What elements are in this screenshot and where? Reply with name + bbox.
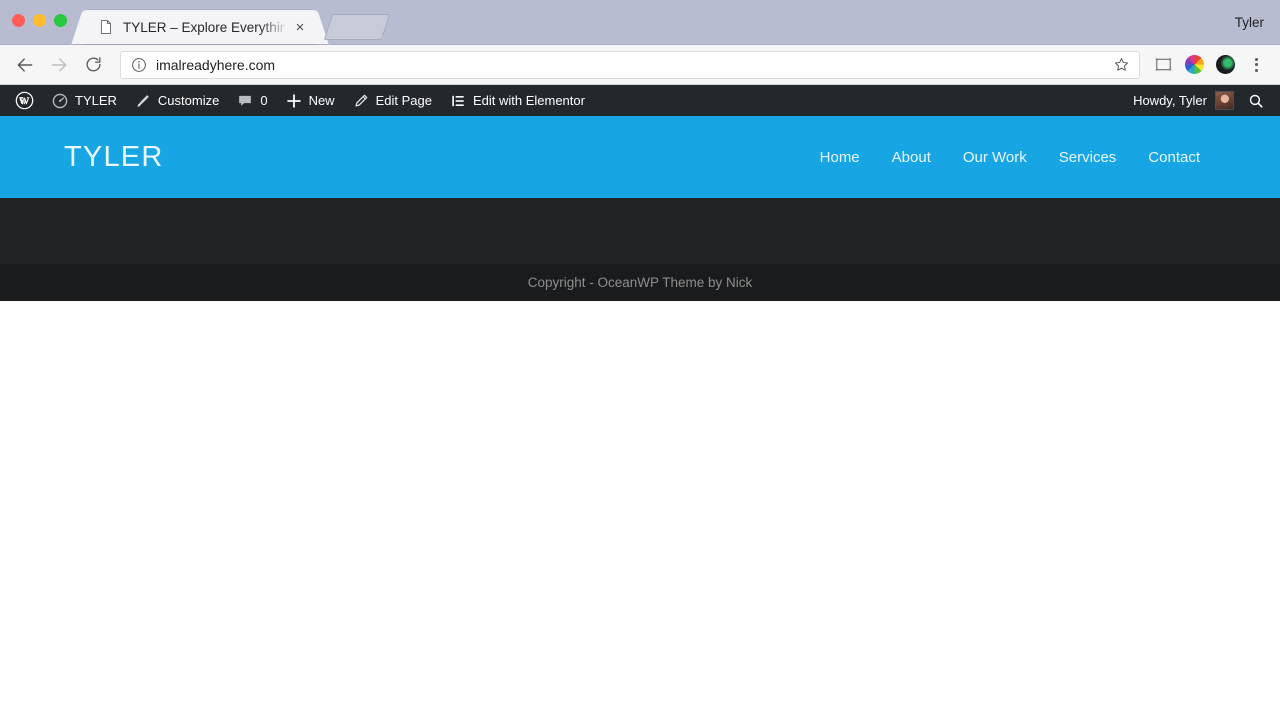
footer-copyright-text: Copyright - OceanWP Theme by Nick: [527, 275, 753, 290]
wordpress-logo-icon: W: [15, 91, 34, 110]
maximize-window-button[interactable]: [54, 14, 67, 27]
reload-button[interactable]: [78, 50, 108, 80]
user-avatar: [1215, 91, 1234, 110]
comment-icon: [237, 93, 253, 109]
profile-name[interactable]: Tyler: [1235, 15, 1264, 30]
nav-item-contact[interactable]: Contact: [1132, 149, 1216, 166]
admin-bar-label-comment-count: 0: [260, 93, 268, 108]
howdy-label: Howdy, Tyler: [1133, 93, 1207, 108]
browser-tab-active[interactable]: TYLER – Explore Everything & ×: [84, 10, 316, 44]
color-wheel-extension-icon[interactable]: [1180, 51, 1208, 79]
admin-bar-item-customize[interactable]: Customize: [126, 85, 228, 116]
browser-tab-inactive[interactable]: [323, 14, 391, 40]
close-window-button[interactable]: [12, 14, 25, 27]
cast-icon[interactable]: [1149, 51, 1177, 79]
admin-bar-item-new[interactable]: New: [277, 85, 344, 116]
window-traffic-lights: [12, 14, 67, 27]
page-icon: [98, 19, 114, 35]
site-main-nav: Home About Our Work Services Contact: [804, 149, 1216, 166]
admin-bar-item-edit-page[interactable]: Edit Page: [344, 85, 441, 116]
admin-bar-item-my-account[interactable]: Howdy, Tyler: [1125, 85, 1242, 116]
nav-item-home[interactable]: Home: [804, 149, 876, 166]
admin-bar-label-site-name: TYLER: [75, 93, 117, 108]
dashboard-icon: [52, 93, 68, 109]
admin-bar-right-group: Howdy, Tyler: [1125, 85, 1280, 116]
tabs-area: TYLER – Explore Everything & ×: [84, 0, 391, 44]
admin-bar-item-site-name[interactable]: TYLER: [43, 85, 126, 116]
admin-bar-label-edit-with-elementor: Edit with Elementor: [472, 93, 585, 108]
nav-item-about[interactable]: About: [876, 149, 947, 166]
nav-item-services[interactable]: Services: [1043, 149, 1133, 166]
wp-logo-menu[interactable]: W: [6, 85, 43, 116]
site-header: TYLER Home About Our Work Services Conta…: [0, 116, 1280, 198]
plus-icon: [286, 93, 302, 109]
page-content-blank: [0, 301, 1280, 720]
three-dot-menu-icon[interactable]: [1242, 51, 1270, 79]
admin-bar-search-button[interactable]: [1242, 93, 1274, 109]
admin-bar-label-customize: Customize: [157, 93, 220, 108]
info-circle-icon[interactable]: [131, 57, 147, 73]
admin-bar-label-new: New: [308, 93, 335, 108]
svg-text:W: W: [20, 97, 30, 108]
back-button[interactable]: [10, 50, 40, 80]
pencil-icon: [353, 93, 369, 109]
address-bar[interactable]: imalreadyhere.com: [120, 50, 1140, 79]
paintbrush-icon: [135, 93, 151, 109]
dark-circle-extension-icon[interactable]: [1211, 51, 1239, 79]
elementor-list-icon: [450, 93, 466, 109]
browser-window: TYLER – Explore Everything & × Tyler: [0, 0, 1280, 720]
site-logo[interactable]: TYLER: [64, 141, 163, 174]
tab-title: TYLER – Explore Everything &: [123, 19, 285, 35]
minimize-window-button[interactable]: [33, 14, 46, 27]
address-bar-url[interactable]: imalreadyhere.com: [156, 57, 1109, 73]
admin-bar-item-comments[interactable]: 0: [228, 85, 276, 116]
close-tab-button[interactable]: ×: [290, 17, 310, 37]
forward-button[interactable]: [44, 50, 74, 80]
page-viewport: W TYLER Customize 0 New Edit Page Edit w…: [0, 85, 1280, 720]
browser-toolbar: imalreadyhere.com: [0, 45, 1280, 85]
star-icon[interactable]: [1109, 53, 1133, 77]
tab-strip: TYLER – Explore Everything & × Tyler: [0, 0, 1280, 45]
footer-widget-area: [0, 198, 1280, 264]
footer-bottom-bar: Copyright - OceanWP Theme by Nick: [0, 264, 1280, 301]
admin-bar-item-edit-with-elementor[interactable]: Edit with Elementor: [441, 85, 594, 116]
admin-bar-label-edit-page: Edit Page: [375, 93, 432, 108]
wp-admin-bar: W TYLER Customize 0 New Edit Page Edit w…: [0, 85, 1280, 116]
nav-item-our-work[interactable]: Our Work: [947, 149, 1043, 166]
